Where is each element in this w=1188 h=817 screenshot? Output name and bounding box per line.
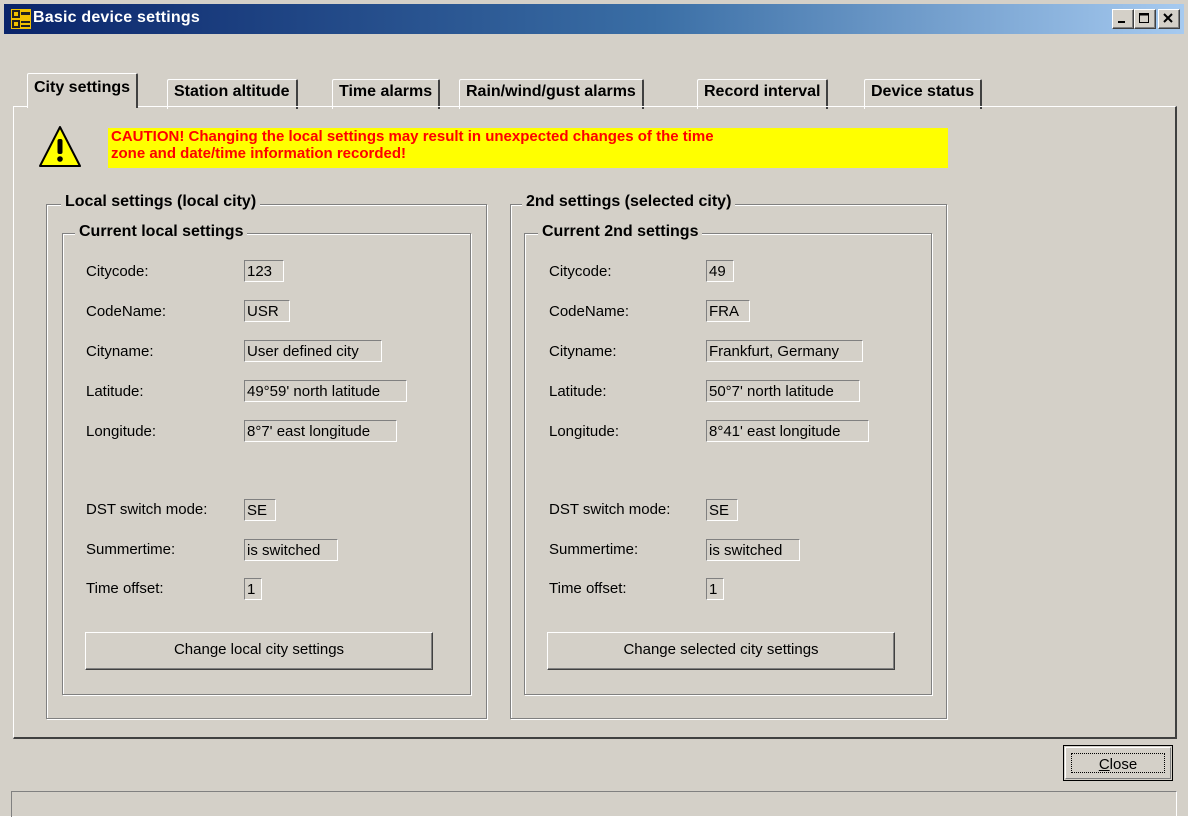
current-local-settings-title: Current local settings <box>75 223 248 241</box>
second-dst-label: DST switch mode: <box>549 501 671 518</box>
warning-message: CAUTION! Changing the local settings may… <box>108 128 948 168</box>
tab-time-alarms[interactable]: Time alarms <box>332 79 441 109</box>
local-offset-label: Time offset: <box>86 580 164 597</box>
close-button-mnemonic: C <box>1098 756 1110 773</box>
local-dst-label: DST switch mode: <box>86 501 208 518</box>
local-citycode-value: 123 <box>244 260 284 282</box>
change-local-city-button[interactable]: Change local city settings <box>85 632 433 670</box>
minimize-icon <box>1118 21 1125 23</box>
maximize-button[interactable] <box>1134 9 1156 29</box>
second-citycode-value: 49 <box>706 260 734 282</box>
local-cityname-value: User defined city <box>244 340 382 362</box>
local-codename-label: CodeName: <box>86 303 167 320</box>
close-button[interactable]: Close <box>1063 745 1173 781</box>
local-dst-value: SE <box>244 499 276 521</box>
tab-record-interval[interactable]: Record interval <box>697 79 829 109</box>
warning-icon <box>39 126 81 167</box>
local-summertime-value: is switched <box>244 539 338 561</box>
second-dst-value: SE <box>706 499 738 521</box>
local-citycode-label: Citycode: <box>86 263 149 280</box>
second-codename-label: CodeName: <box>549 303 630 320</box>
tab-station-altitude[interactable]: Station altitude <box>167 79 298 109</box>
second-latitude-label: Latitude: <box>549 383 607 400</box>
second-summertime-value: is switched <box>706 539 800 561</box>
local-latitude-value: 49°59' north latitude <box>244 380 407 402</box>
app-icon <box>11 9 31 29</box>
second-settings-group-title: 2nd settings (selected city) <box>522 193 736 211</box>
second-offset-label: Time offset: <box>549 580 627 597</box>
maximize-icon <box>1139 13 1149 23</box>
second-citycode-label: Citycode: <box>549 263 612 280</box>
close-button-bevel: Close <box>1065 747 1171 779</box>
close-button-label: Close <box>1099 756 1137 773</box>
status-bar <box>11 791 1177 817</box>
title-bar[interactable]: Basic device settings <box>4 4 1184 34</box>
tab-device-status[interactable]: Device status <box>864 79 983 109</box>
minimize-button[interactable] <box>1112 9 1134 29</box>
second-latitude-value: 50°7' north latitude <box>706 380 860 402</box>
local-cityname-label: Cityname: <box>86 343 154 360</box>
second-longitude-value: 8°41' east longitude <box>706 420 869 442</box>
second-cityname-label: Cityname: <box>549 343 617 360</box>
second-codename-value: FRA <box>706 300 750 322</box>
change-selected-city-button[interactable]: Change selected city settings <box>547 632 895 670</box>
current-second-settings-title: Current 2nd settings <box>538 223 703 241</box>
title-close-button[interactable] <box>1158 9 1180 29</box>
warning-line-1: CAUTION! Changing the local settings may… <box>111 128 714 145</box>
local-latitude-label: Latitude: <box>86 383 144 400</box>
tab-rain-wind-gust-alarms[interactable]: Rain/wind/gust alarms <box>459 79 644 109</box>
local-settings-group-title: Local settings (local city) <box>61 193 261 211</box>
second-summertime-label: Summertime: <box>549 541 639 558</box>
window-title: Basic device settings <box>33 9 200 26</box>
warning-line-2: zone and date/time information recorded! <box>111 145 407 162</box>
local-longitude-value: 8°7' east longitude <box>244 420 397 442</box>
close-button-label-rest: lose <box>1109 756 1138 773</box>
local-offset-value: 1 <box>244 578 262 600</box>
tab-city-settings[interactable]: City settings <box>27 73 139 108</box>
dialog-window: Basic device settings City settings Stat… <box>0 0 1188 817</box>
local-summertime-label: Summertime: <box>86 541 176 558</box>
close-icon <box>1163 13 1173 23</box>
second-cityname-value: Frankfurt, Germany <box>706 340 863 362</box>
second-offset-value: 1 <box>706 578 724 600</box>
close-button-focus: Close <box>1071 753 1165 773</box>
local-codename-value: USR <box>244 300 290 322</box>
second-longitude-label: Longitude: <box>549 423 620 440</box>
local-longitude-label: Longitude: <box>86 423 157 440</box>
